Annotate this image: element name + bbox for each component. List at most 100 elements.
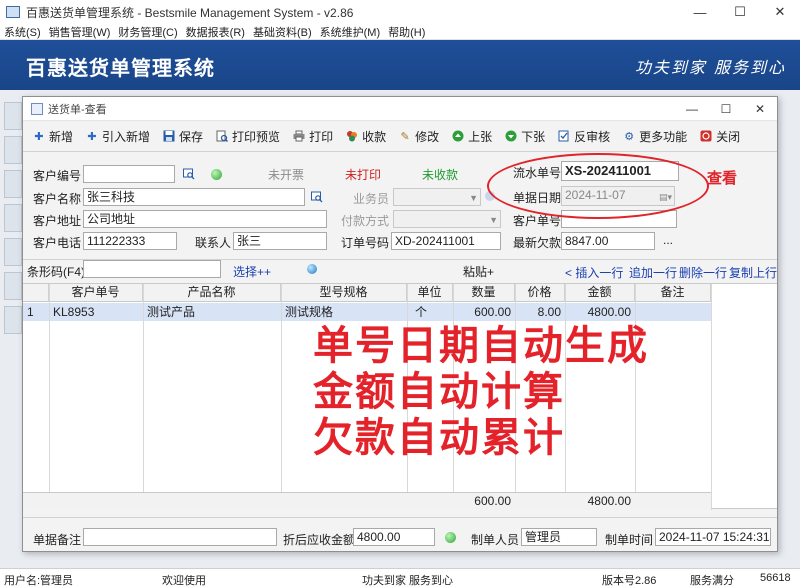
left-panel-button[interactable] [4,306,22,334]
child-title: 送货单-查看 [48,103,107,116]
left-panel-button[interactable] [4,136,22,164]
cell-spec[interactable]: 测试规格 [285,303,333,321]
note-input[interactable] [83,528,277,546]
customer-order-no-input[interactable] [561,210,677,228]
left-panel-button[interactable] [4,272,22,300]
child-minimize-button[interactable]: — [675,97,709,121]
new-button[interactable]: ✚ 新增 [33,128,73,145]
cell-qty[interactable]: 600.00 [453,303,511,321]
left-panel-button[interactable] [4,102,22,130]
column-header-customer-no[interactable]: 客户单号 [49,284,143,302]
save-button-label: 保存 [179,129,204,144]
print-preview-button-label: 打印预览 [232,129,281,144]
import-new-button[interactable]: ✚ 引入新增 [86,128,150,145]
phone-input[interactable]: 111222333 [83,232,177,250]
select-button[interactable]: 选择++ [233,263,271,280]
toolbar: ✚ 新增 ✚ 引入新增 保存 打印预览 打印 收款 ✎ 修改 上张 下张 反审核 ⚙ 更… [23,125,777,147]
edit-button[interactable]: ✎ 修改 [399,128,439,145]
column-header-spec[interactable]: 型号规格 [281,284,407,302]
barcode-label: 条形码(F4) [27,265,85,279]
insert-row-button[interactable]: < 插入一行 [565,264,623,281]
minimize-button[interactable]: — [680,0,720,24]
close-button[interactable]: ✕ [760,0,800,24]
child-maximize-button[interactable]: ☐ [709,97,743,121]
menu-reports[interactable]: 数据报表(R) [186,24,245,40]
barcode-input[interactable] [83,260,221,278]
left-panel-button[interactable] [4,204,22,232]
plus-icon: ✚ [34,130,44,143]
copy-row-button[interactable]: 复制上行 [729,264,777,281]
menu-maintenance[interactable]: 系统维护(M) [320,24,381,40]
latest-debt-field[interactable]: 8847.00 [561,232,655,250]
menu-finance[interactable]: 财务管理(C) [118,24,177,40]
net-receivable-field[interactable]: 4800.00 [353,528,435,546]
serial-number-field[interactable]: XS-202411001 [561,161,679,181]
salesman-lookup-icon[interactable] [485,191,495,201]
made-time-label: 制单时间 [605,533,654,547]
customer-code-input[interactable] [83,165,175,183]
made-time-field[interactable]: 2024-11-07 15:24:31 [655,528,771,546]
address-input[interactable]: 公司地址 [83,210,327,228]
payment-method-label: 付款方式 [341,214,390,228]
previous-button[interactable]: 上张 [452,128,492,145]
menu-basic-data[interactable]: 基础资料(B) [253,24,312,40]
arrow-up-icon [452,130,464,142]
cell-price[interactable]: 8.00 [515,303,561,321]
cell-product[interactable]: 测试产品 [147,303,195,321]
menu-system[interactable]: 系统(S) [4,24,41,40]
customer-search-icon[interactable] [311,191,323,203]
money-icon [346,130,358,142]
cell-customer-no[interactable]: KL8953 [53,303,94,321]
left-panel-button[interactable] [4,238,22,266]
collect-payment-button[interactable]: 收款 [346,128,386,145]
column-header-unit[interactable]: 单位 [407,284,453,302]
edit-icon: ✎ [400,130,410,143]
menu-sales[interactable]: 销售管理(W) [49,24,111,40]
print-button[interactable]: 打印 [293,128,333,145]
status-user: 用户名:管理员 [4,575,74,586]
left-panel-button[interactable] [4,170,22,198]
globe-icon[interactable] [307,264,317,274]
cell-unit[interactable]: 个 [415,303,427,321]
delete-row-button[interactable]: 删除一行 [679,264,727,281]
column-header-price[interactable]: 价格 [515,284,565,302]
more-functions-button[interactable]: ⚙ 更多功能 [623,128,687,145]
unaudit-button[interactable]: 反审核 [558,128,610,145]
green-dot-icon[interactable] [211,169,222,180]
contact-input[interactable]: 张三 [233,232,327,250]
order-number-input[interactable]: XD-202411001 [391,232,501,250]
save-button[interactable]: 保存 [163,128,203,145]
collect-payment-button-label: 收款 [362,129,387,144]
close-window-button[interactable]: 关闭 [700,128,740,145]
banner-slogan: 功夫到家 服务到心 [634,58,786,77]
maximize-button[interactable]: ☐ [720,0,760,24]
window-controls: — ☐ ✕ [680,0,800,24]
menu-help[interactable]: 帮助(H) [388,24,425,40]
column-header-qty[interactable]: 数量 [453,284,515,302]
payment-method-select[interactable]: ▼ [393,210,501,228]
append-row-button[interactable]: 追加一行 [629,264,677,281]
document-date-field[interactable]: 2024-11-07 ▤▾ [561,186,675,206]
cell-amount[interactable]: 4800.00 [565,303,631,321]
customer-name-input[interactable]: 张三科技 [83,188,305,206]
column-header-amount[interactable]: 金额 [565,284,635,302]
invoice-status: 未开票 [268,168,305,182]
status-service: 服务满分 [690,575,734,586]
chevron-down-icon: ▼ [469,193,478,203]
column-header-note[interactable]: 备注 [635,284,711,302]
status-welcome: 欢迎使用 [162,575,206,586]
search-icon[interactable] [183,168,195,180]
more-button[interactable]: ... [663,233,673,247]
save-icon [163,130,175,142]
latest-debt-label: 最新欠款 [513,236,562,250]
child-close-button[interactable]: ✕ [743,97,777,121]
delivery-note-window: 送货单-查看 — ☐ ✕ ✚ 新增 ✚ 引入新增 保存 打印预览 打印 收款 ✎ 修改… [22,96,778,552]
grid-line [711,284,712,510]
paste-button[interactable]: 粘贴+ [463,263,494,280]
column-header-product[interactable]: 产品名称 [143,284,281,302]
next-button[interactable]: 下张 [505,128,545,145]
salesman-select[interactable]: ▼ [393,188,481,206]
maker-field[interactable]: 管理员 [521,528,597,546]
next-button-label: 下张 [521,129,546,144]
print-preview-button[interactable]: 打印预览 [216,128,280,145]
